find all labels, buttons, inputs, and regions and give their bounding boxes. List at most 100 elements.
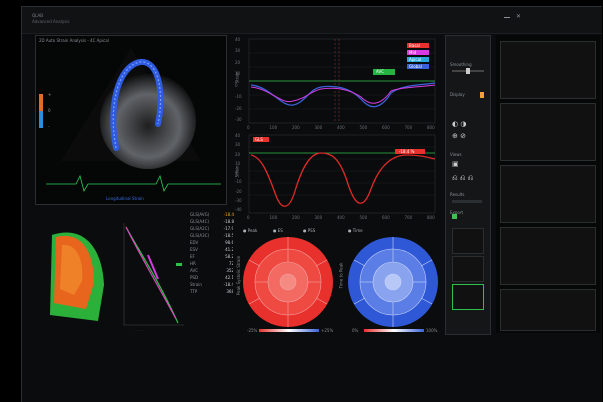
bullseye-legend-item[interactable]: ● Time bbox=[348, 228, 363, 233]
metric-label: GLS(A2C) bbox=[190, 226, 210, 231]
app-subtitle: Advanced Analysis bbox=[32, 19, 70, 24]
scale-tick-zero: 0 bbox=[48, 108, 51, 113]
avc-badge: AVC bbox=[376, 69, 385, 74]
axis-tick-label: 800 bbox=[427, 215, 435, 220]
axis-tick-label: 700 bbox=[404, 125, 413, 130]
metric-label: GLS(AVG) bbox=[190, 212, 210, 217]
legend-global[interactable]: Global bbox=[409, 64, 422, 69]
bullseye-peak-strain[interactable]: ● Peak ● ES ● PSS Peak Systolic Strain -25… bbox=[233, 225, 337, 337]
axis-tick-label: 100 bbox=[269, 215, 278, 220]
axis-tick-label: 300 bbox=[314, 125, 323, 130]
metric-label: GLS(A4C) bbox=[190, 219, 210, 224]
bullseye-left-axis-label: Peak Systolic Strain bbox=[236, 255, 242, 296]
axis-tick-label: 0 bbox=[235, 170, 238, 175]
axis-tick-label: 20 bbox=[235, 151, 241, 157]
app-window: QLAB Advanced Analysis ✕ 2D Auto Strain … bbox=[21, 6, 602, 402]
control-panel: Smoothing Display ◐ ◑ ⊕ ⊘ Views ▣ ⎌ ⎌ ⎌ … bbox=[445, 35, 491, 335]
mini-view-3[interactable] bbox=[452, 284, 484, 310]
bullseye-left-scale-max: +25% bbox=[321, 328, 334, 333]
metric-label: EDV bbox=[190, 240, 199, 245]
thumbnail-4[interactable] bbox=[500, 227, 596, 285]
metrics-panel: GLS(AVG) -18.4 GLS(A4C) -18.8 GLS(A2C) -17.9 G… bbox=[190, 212, 234, 297]
metric-row: GLS(AVG) -18.4 bbox=[190, 212, 234, 217]
axis-tick-label: 500 bbox=[359, 215, 368, 220]
axis-tick-label: 20 bbox=[235, 59, 241, 65]
axis-tick-label: 500 bbox=[359, 125, 368, 130]
metric-label: GLS(A3C) bbox=[190, 233, 210, 238]
gls-value-tag: -18.4 % bbox=[399, 149, 415, 154]
echo-image bbox=[39, 48, 221, 193]
app-title: QLAB bbox=[32, 13, 43, 18]
title-bar: QLAB Advanced Analysis ✕ bbox=[22, 7, 602, 34]
ecg-trace bbox=[46, 174, 221, 193]
strain-loop-plot[interactable]: · · · · · · bbox=[118, 219, 188, 331]
scale-tick-neg: - bbox=[48, 124, 50, 129]
axis-tick-label: 100 bbox=[269, 125, 278, 130]
export-icon[interactable] bbox=[452, 214, 457, 219]
tool-icons-row1[interactable]: ◐ ◑ bbox=[452, 120, 466, 128]
legend-apical[interactable]: Apical bbox=[409, 57, 421, 62]
axis-tick-label: 700 bbox=[404, 215, 413, 220]
axis-tick-label: -30 bbox=[235, 117, 242, 122]
axis-tick-label: 600 bbox=[382, 215, 390, 220]
metric-row: HR 72 bbox=[190, 261, 234, 266]
minimize-icon[interactable] bbox=[504, 17, 510, 18]
axis-tick-label: 30 bbox=[235, 142, 241, 148]
thumbnail-2[interactable] bbox=[500, 103, 596, 161]
metric-row: AVC 352 bbox=[190, 268, 234, 273]
bullseye-right-legend: ● Time bbox=[348, 228, 442, 234]
bullseye-left-scale-min: -25% bbox=[247, 328, 258, 333]
mini-view-2[interactable] bbox=[452, 256, 484, 282]
axis-tick-label: 10 bbox=[235, 160, 241, 166]
axis-tick-label: 30 bbox=[235, 48, 241, 54]
tool-icons-row2[interactable]: ⊕ ⊘ bbox=[452, 132, 466, 140]
bullseye-legend-item[interactable]: ● ES bbox=[273, 228, 283, 233]
metric-row: PSD 42.1 bbox=[190, 275, 234, 280]
lock-icon[interactable] bbox=[480, 92, 484, 98]
echo-view[interactable]: 2D Auto Strain Analysis - 4C Apical + 0 … bbox=[35, 35, 227, 205]
curve-chart-top[interactable]: Basal Mid Apical Global AVC Strain 40 30 2… bbox=[231, 35, 437, 135]
thumbnail-3[interactable] bbox=[500, 165, 596, 223]
svg-text:· · · · · ·: · · · · · · bbox=[134, 328, 145, 331]
mini-view-1[interactable] bbox=[452, 228, 484, 254]
label-smoothing: Smoothing bbox=[450, 62, 472, 67]
metric-row: GLS(A4C) -18.8 bbox=[190, 219, 234, 224]
bullseye-time-to-peak[interactable]: ● Time Time to Peak 0% 100% bbox=[338, 225, 442, 337]
legend-basal[interactable]: Basal bbox=[409, 43, 420, 48]
label-views: Views bbox=[450, 152, 462, 157]
bullseye-left-legend: ● Peak ● ES ● PSS bbox=[243, 228, 337, 234]
metric-row: TTP 368 bbox=[190, 289, 234, 294]
smoothing-slider[interactable] bbox=[452, 68, 484, 74]
metric-label: PSD bbox=[190, 275, 199, 280]
axis-tick-label: 40 bbox=[235, 133, 241, 138]
axis-tick-label: 200 bbox=[292, 125, 300, 130]
thumbnail-5[interactable] bbox=[500, 289, 596, 331]
axis-tick-label: -20 bbox=[235, 188, 242, 194]
legend-mid[interactable]: Mid bbox=[409, 50, 416, 55]
bullseye-legend-item[interactable]: ● Peak bbox=[243, 228, 257, 233]
metric-row: EDV 98.6 bbox=[190, 240, 234, 245]
metric-row: Strain -18.4 bbox=[190, 282, 234, 287]
axis-tick-label: 10 bbox=[235, 71, 241, 77]
thumbnail-1[interactable] bbox=[500, 41, 596, 99]
view-icons[interactable]: ▣ bbox=[452, 160, 459, 168]
metric-label: HR bbox=[190, 261, 196, 266]
close-icon[interactable]: ✕ bbox=[516, 13, 521, 20]
link-icons[interactable]: ⎌ ⎌ ⎌ bbox=[452, 174, 473, 183]
metric-row: EF 58.2 bbox=[190, 254, 234, 259]
scale-tick-pos: + bbox=[48, 92, 52, 97]
axis-tick-label: 0 bbox=[247, 125, 250, 130]
label-results: Results bbox=[450, 192, 465, 197]
bullseye-legend-item[interactable]: ● PSS bbox=[303, 228, 315, 233]
metric-row: ESV 41.2 bbox=[190, 247, 234, 252]
metric-label: EF bbox=[190, 254, 195, 259]
curve-chart-bottom[interactable]: GLS -18.4 % Strain 40 30 20 10 0 -10 -20 -30 -40… bbox=[231, 131, 437, 223]
lv-3d-model[interactable] bbox=[42, 225, 112, 325]
bullseye-right-scale-max: 100% bbox=[426, 328, 438, 333]
axis-tick-label: 0 bbox=[247, 215, 250, 220]
axis-tick-label: -20 bbox=[235, 105, 242, 111]
axis-tick-label: 800 bbox=[427, 125, 435, 130]
bullseye-right-axis-label: Time to Peak bbox=[338, 262, 344, 289]
slider-handle[interactable] bbox=[466, 68, 470, 74]
metric-label: Strain bbox=[190, 282, 202, 287]
